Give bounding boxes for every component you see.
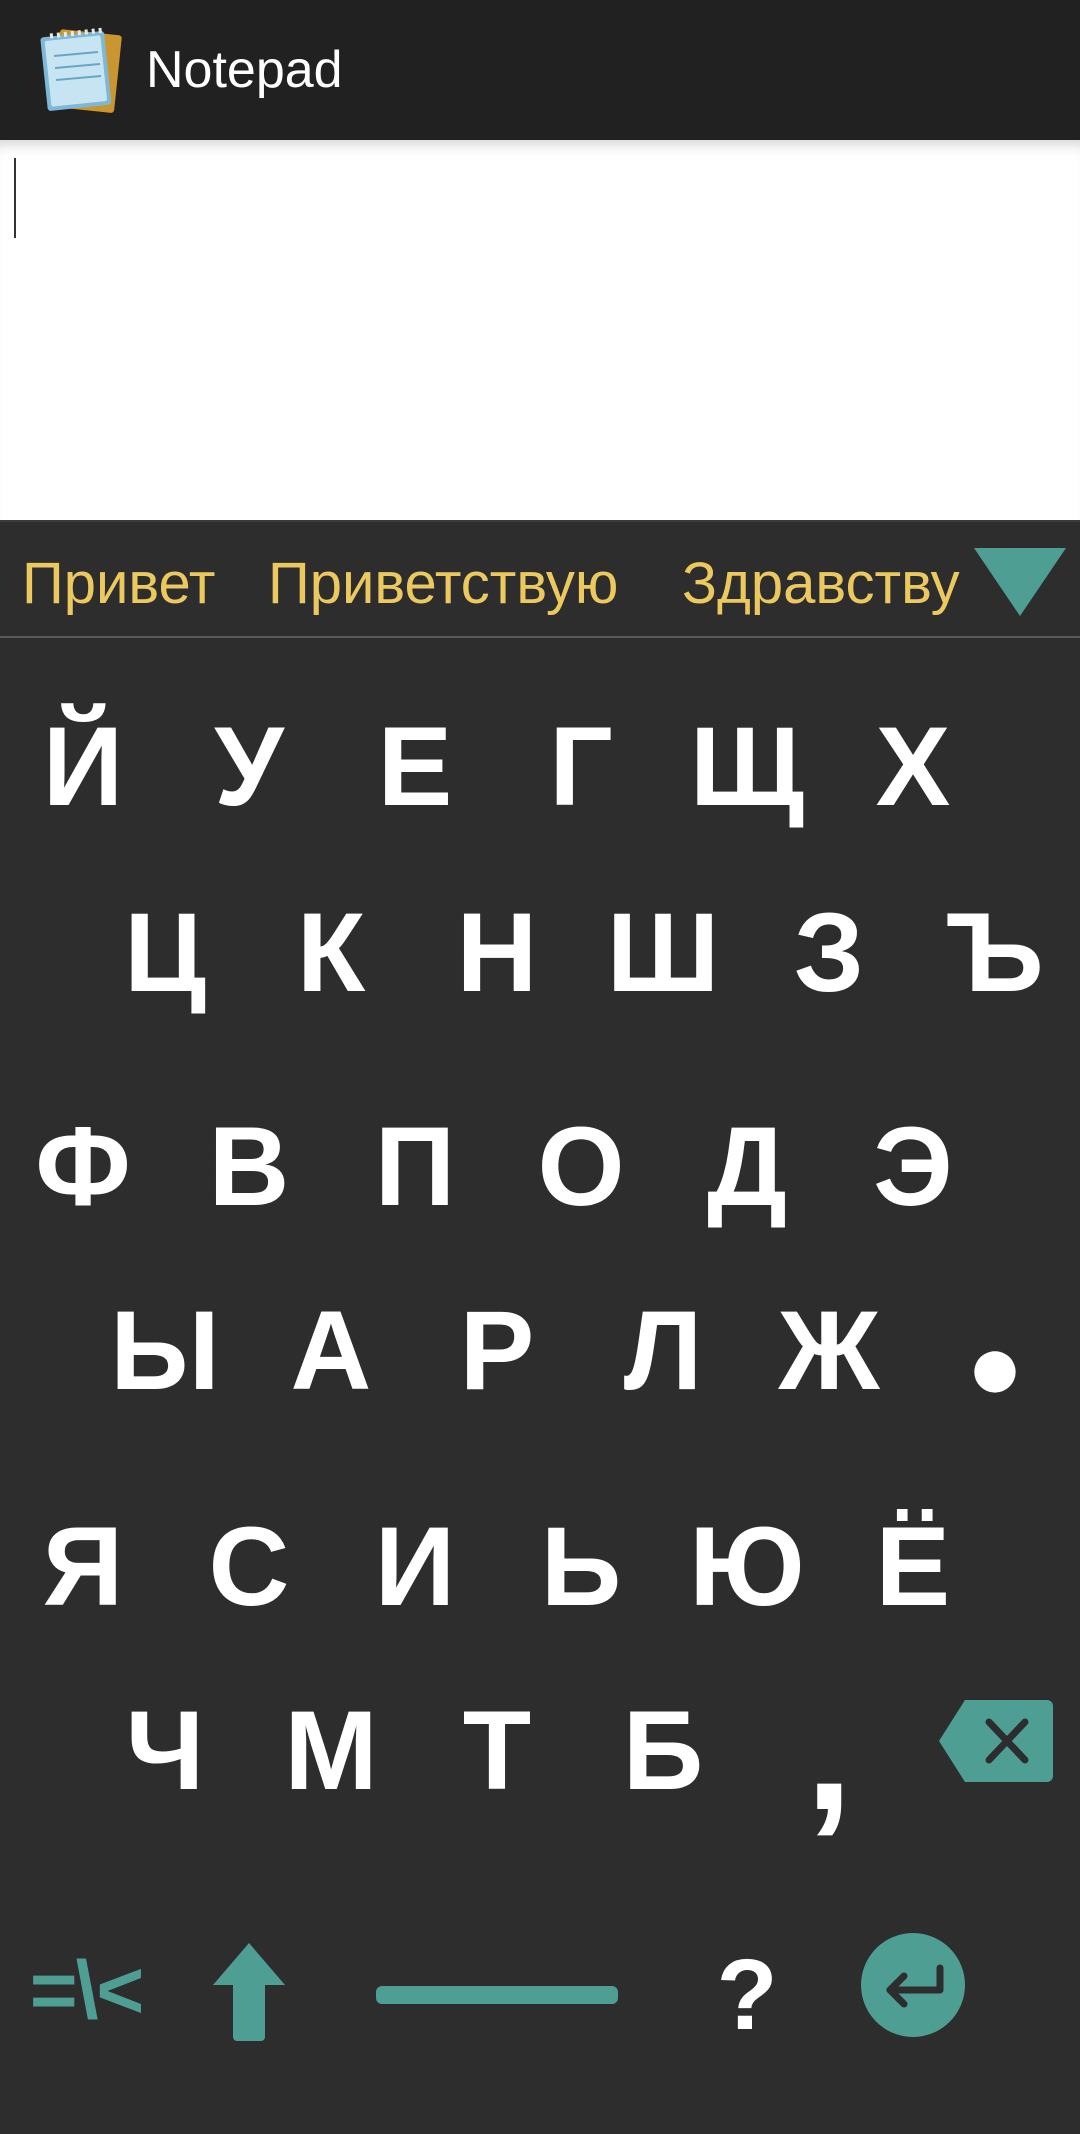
notepad-icon (40, 27, 122, 113)
key[interactable]: Ф (18, 1102, 148, 1232)
key[interactable]: Ю (682, 1502, 812, 1632)
key[interactable]: Е (350, 702, 480, 832)
key[interactable]: С (184, 1502, 314, 1632)
key[interactable]: Х (848, 702, 978, 832)
key[interactable]: У (184, 702, 314, 832)
suggestion-item[interactable]: Привет (22, 550, 215, 618)
shift-key[interactable] (184, 1926, 314, 2056)
suggestion-item[interactable]: Здравствуйте (682, 550, 962, 618)
key[interactable]: И (350, 1502, 480, 1632)
key[interactable]: Й (18, 702, 148, 832)
key[interactable]: Ъ (930, 888, 1060, 1018)
key[interactable]: В (184, 1102, 314, 1232)
key[interactable]: Д (682, 1102, 812, 1232)
key[interactable]: К (266, 888, 396, 1018)
suggestion-item[interactable]: Приветствую (268, 550, 618, 618)
key[interactable]: Ч (100, 1686, 230, 1816)
key[interactable]: Ы (100, 1286, 230, 1416)
collapse-suggestions-icon[interactable] (972, 542, 1068, 622)
key[interactable]: З (764, 888, 894, 1018)
enter-key[interactable] (848, 1920, 978, 2050)
key[interactable]: А (266, 1286, 396, 1416)
space-bar-icon (376, 1986, 618, 2004)
question-key[interactable]: ? (682, 1930, 812, 2060)
space-key[interactable] (372, 1930, 622, 2060)
text-caret (14, 158, 16, 238)
key[interactable]: , (764, 1666, 894, 1836)
shift-arrow-up-icon (213, 1943, 285, 2041)
app-title: Notepad (146, 41, 343, 99)
key[interactable]: Я (18, 1502, 148, 1632)
key[interactable]: Э (848, 1102, 978, 1232)
key[interactable]: Ц (100, 888, 230, 1018)
backspace-key[interactable] (934, 1676, 1058, 1806)
key[interactable]: Р (432, 1286, 562, 1416)
key[interactable]: ● (930, 1302, 1060, 1432)
key[interactable]: М (266, 1686, 396, 1816)
suggestion-bar: Привет Приветствую Здравствуйте (0, 520, 1080, 638)
key[interactable]: Г (516, 702, 646, 832)
enter-icon (861, 1933, 965, 2037)
key[interactable]: Н (432, 888, 562, 1018)
title-bar: Notepad (0, 0, 1080, 140)
key[interactable]: Ё (848, 1502, 978, 1632)
key[interactable]: О (516, 1102, 646, 1232)
symbols-key[interactable]: =\< (6, 1926, 166, 2056)
backspace-icon (939, 1700, 1053, 1782)
key[interactable]: Б (598, 1686, 728, 1816)
key[interactable]: Щ (682, 702, 812, 832)
key[interactable]: Ь (516, 1502, 646, 1632)
key[interactable]: П (350, 1102, 480, 1232)
key[interactable]: Т (432, 1686, 562, 1816)
key[interactable]: Л (598, 1286, 728, 1416)
key[interactable]: Ш (598, 888, 728, 1018)
key[interactable]: Ж (764, 1286, 894, 1416)
text-editor[interactable] (0, 140, 1080, 520)
